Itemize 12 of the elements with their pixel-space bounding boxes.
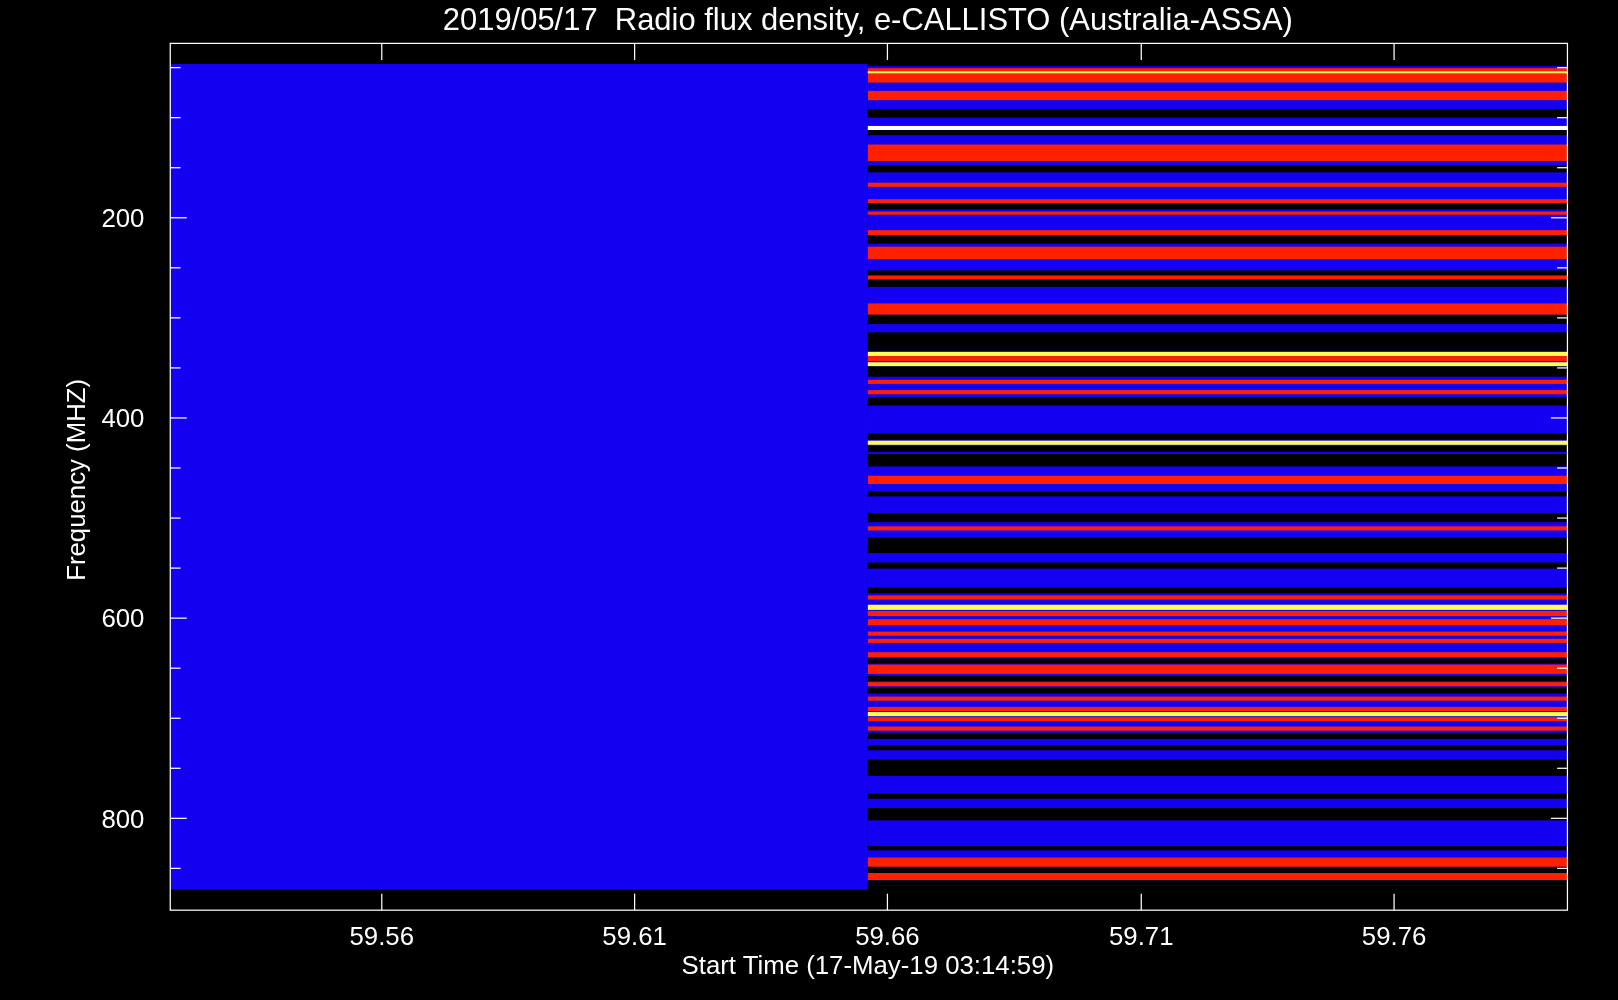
y-axis-title: Frequency (MHZ) [61,378,90,581]
plot-title: 2019/05/17 Radio flux density, e-CALLISTO (Australia-ASSA) [442,2,1293,37]
tick-label: 59.71 [1109,922,1174,951]
tick-label: 800 [101,804,145,833]
tick-label: 59.56 [349,922,415,951]
tick-label: 59.61 [602,922,667,951]
tick-label: 600 [101,604,145,633]
x-axis-title: Start Time (17-May-19 03:14:59) [681,951,1055,980]
tick-label: 59.76 [1361,922,1427,951]
tick-label: 400 [101,404,145,433]
tick-label: 200 [101,204,145,233]
tick-label: 59.66 [855,922,920,951]
